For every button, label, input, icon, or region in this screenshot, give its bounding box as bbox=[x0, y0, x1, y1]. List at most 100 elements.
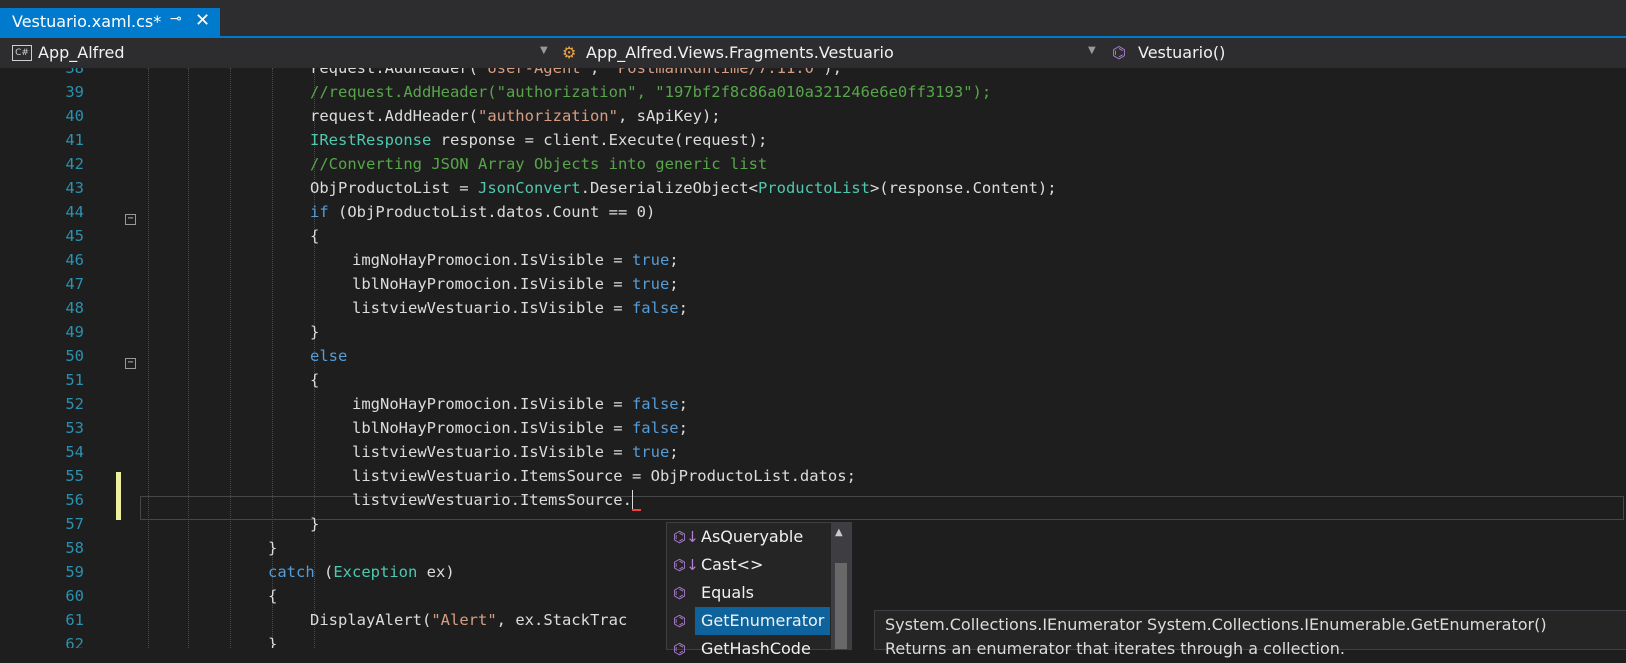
code-text[interactable]: else bbox=[310, 344, 347, 368]
code-text[interactable]: listviewVestuario.ItemsSource = ObjProdu… bbox=[352, 464, 856, 488]
code-line[interactable]: 56 listviewVestuario.ItemsSource. bbox=[0, 488, 1626, 512]
code-text[interactable]: imgNoHayPromocion.IsVisible = true; bbox=[352, 248, 679, 272]
class-icon: ⚙ bbox=[562, 43, 577, 62]
method-icon: ⌬ bbox=[1112, 43, 1126, 62]
code-line[interactable]: 48 listviewVestuario.IsVisible = false; bbox=[0, 296, 1626, 320]
code-line[interactable]: 39 //request.AddHeader("authorization", "… bbox=[0, 80, 1626, 104]
scroll-up-icon[interactable]: ▲ bbox=[835, 527, 843, 538]
line-number: 59 bbox=[65, 563, 84, 581]
project-dropdown[interactable]: App_Alfred bbox=[38, 41, 125, 65]
code-text[interactable]: } bbox=[268, 632, 277, 648]
code-line[interactable]: 43 ObjProductoList = JsonConvert.Deserial… bbox=[0, 176, 1626, 200]
code-text[interactable]: { bbox=[310, 368, 319, 392]
code-line[interactable]: 55 listviewVestuario.ItemsSource = ObjPro… bbox=[0, 464, 1626, 488]
code-text[interactable]: lblNoHayPromocion.IsVisible = true; bbox=[352, 272, 679, 296]
line-number: 46 bbox=[65, 251, 84, 269]
code-text[interactable]: listviewVestuario.IsVisible = false; bbox=[352, 296, 688, 320]
code-line[interactable]: 52 imgNoHayPromocion.IsVisible = false; bbox=[0, 392, 1626, 416]
code-line[interactable]: 47 lblNoHayPromocion.IsVisible = true; bbox=[0, 272, 1626, 296]
line-number: 41 bbox=[65, 131, 84, 149]
code-line[interactable]: 50 else bbox=[0, 344, 1626, 368]
code-text[interactable]: request.AddHeader("User-Agent", "Postman… bbox=[310, 68, 842, 80]
class-dropdown[interactable]: App_Alfred.Views.Fragments.Vestuario bbox=[586, 41, 894, 65]
line-number: 47 bbox=[65, 275, 84, 293]
code-text[interactable]: //Converting JSON Array Objects into gen… bbox=[310, 152, 767, 176]
csharp-project-icon: C# bbox=[12, 45, 32, 61]
line-number: 38 bbox=[65, 68, 84, 77]
completion-list[interactable]: ⌬↓ AsQueryable ⌬↓ Cast<> ⌬ Equals ⌬ GetEnumerat… bbox=[666, 522, 852, 658]
code-text[interactable]: catch (Exception ex) bbox=[268, 560, 455, 584]
line-number: 55 bbox=[65, 467, 84, 485]
code-line[interactable]: 45 { bbox=[0, 224, 1626, 248]
code-text[interactable]: request.AddHeader("authorization", sApiK… bbox=[310, 104, 721, 128]
line-number: 49 bbox=[65, 323, 84, 341]
line-number: 58 bbox=[65, 539, 84, 557]
code-text[interactable]: } bbox=[310, 320, 319, 344]
pin-icon[interactable]: ⊸ bbox=[170, 11, 182, 27]
code-line[interactable]: 44 if (ObjProductoList.datos.Count == 0) bbox=[0, 200, 1626, 224]
line-number: 42 bbox=[65, 155, 84, 173]
scroll-thumb[interactable] bbox=[835, 563, 847, 649]
code-text[interactable]: listviewVestuario.IsVisible = true; bbox=[352, 440, 679, 464]
line-number: 44 bbox=[65, 203, 84, 221]
code-line[interactable]: 40 request.AddHeader("authorization", sAp… bbox=[0, 104, 1626, 128]
line-number: 50 bbox=[65, 347, 84, 365]
document-tab[interactable]: Vestuario.xaml.cs* ⊸ ✕ bbox=[0, 8, 220, 36]
completion-item-label: GetEnumerator bbox=[695, 607, 831, 635]
code-line[interactable]: 49} bbox=[0, 320, 1626, 344]
extension-method-icon: ⌬↓ bbox=[673, 528, 699, 546]
line-number: 61 bbox=[65, 611, 84, 629]
line-number: 57 bbox=[65, 515, 84, 533]
code-line[interactable]: 42 //Converting JSON Array Objects into g… bbox=[0, 152, 1626, 176]
method-icon: ⌬ bbox=[673, 640, 687, 658]
code-text[interactable]: IRestResponse response = client.Execute(… bbox=[310, 128, 767, 152]
navigation-bar: C# App_Alfred ▼ ⚙ App_Alfred.Views.Fragm… bbox=[0, 38, 1626, 68]
completion-item[interactable]: ⌬ GetHashCode bbox=[667, 635, 831, 663]
code-text[interactable]: { bbox=[268, 584, 277, 608]
chevron-down-icon[interactable]: ▼ bbox=[1088, 45, 1096, 56]
code-text[interactable]: } bbox=[268, 536, 277, 560]
code-text[interactable]: DisplayAlert("Alert", ex.StackTrac bbox=[310, 608, 627, 632]
close-icon[interactable]: ✕ bbox=[195, 10, 210, 31]
line-number: 62 bbox=[65, 635, 84, 648]
completion-item[interactable]: ⌬ Equals bbox=[667, 579, 831, 607]
completion-scrollbar[interactable]: ▲ bbox=[831, 523, 851, 649]
line-number: 56 bbox=[65, 491, 84, 509]
completion-item-label: Cast<> bbox=[701, 555, 764, 574]
code-line[interactable]: 41 IRestResponse response = client.Execut… bbox=[0, 128, 1626, 152]
completion-item-label: GetHashCode bbox=[701, 639, 811, 658]
line-number: 54 bbox=[65, 443, 84, 461]
method-icon: ⌬ bbox=[673, 612, 687, 630]
line-number: 43 bbox=[65, 179, 84, 197]
completion-item[interactable]: ⌬↓ AsQueryable bbox=[667, 523, 831, 551]
code-text[interactable]: if (ObjProductoList.datos.Count == 0) bbox=[310, 200, 655, 224]
code-text[interactable]: imgNoHayPromocion.IsVisible = false; bbox=[352, 392, 688, 416]
completion-item[interactable]: ⌬↓ Cast<> bbox=[667, 551, 831, 579]
error-squiggle bbox=[632, 506, 641, 511]
code-line[interactable]: 53 lblNoHayPromocion.IsVisible = false; bbox=[0, 416, 1626, 440]
member-dropdown[interactable]: Vestuario() bbox=[1138, 41, 1225, 65]
quick-info-tooltip: System.Collections.IEnumerator System.Co… bbox=[874, 610, 1626, 658]
code-text[interactable]: { bbox=[310, 224, 319, 248]
line-number: 52 bbox=[65, 395, 84, 413]
code-text[interactable]: ObjProductoList = JsonConvert.Deserializ… bbox=[310, 176, 1057, 200]
completion-item-label: Equals bbox=[701, 583, 754, 602]
line-number: 48 bbox=[65, 299, 84, 317]
code-text[interactable]: } bbox=[310, 512, 319, 536]
method-icon: ⌬ bbox=[673, 584, 687, 602]
code-text[interactable]: lblNoHayPromocion.IsVisible = false; bbox=[352, 416, 688, 440]
extension-method-icon: ⌬↓ bbox=[673, 556, 699, 574]
code-line[interactable]: 46 imgNoHayPromocion.IsVisible = true; bbox=[0, 248, 1626, 272]
line-number: 45 bbox=[65, 227, 84, 245]
chevron-down-icon[interactable]: ▼ bbox=[540, 45, 548, 56]
completion-item-label: AsQueryable bbox=[701, 527, 804, 546]
document-tab-bar: Vestuario.xaml.cs* ⊸ ✕ bbox=[0, 0, 1626, 36]
code-line[interactable]: 38 request.AddHeader("User-Agent", "Postm… bbox=[0, 68, 1626, 80]
code-text[interactable]: listviewVestuario.ItemsSource. bbox=[352, 488, 632, 512]
line-number: 39 bbox=[65, 83, 84, 101]
tooltip-description: Returns an enumerator that iterates thro… bbox=[885, 639, 1345, 658]
code-line[interactable]: 51 { bbox=[0, 368, 1626, 392]
completion-item[interactable]: ⌬ GetEnumerator bbox=[667, 607, 831, 635]
code-text[interactable]: //request.AddHeader("authorization", "19… bbox=[310, 80, 991, 104]
code-line[interactable]: 54 listviewVestuario.IsVisible = true; bbox=[0, 440, 1626, 464]
